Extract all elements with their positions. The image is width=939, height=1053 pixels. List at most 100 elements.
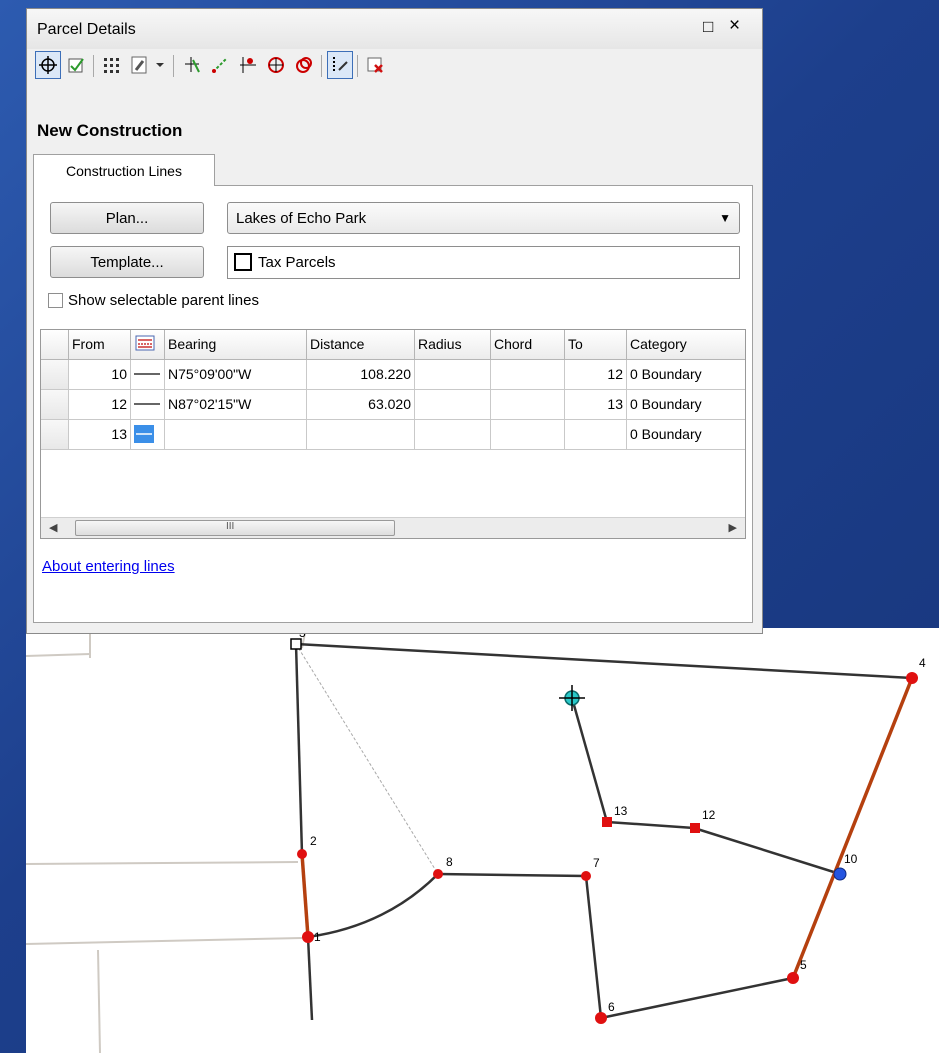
join-points-button[interactable]: [99, 51, 125, 79]
line-points-icon: [185, 57, 200, 73]
point-12[interactable]: [690, 823, 700, 833]
delete-construction-button[interactable]: [363, 51, 389, 79]
column-header-chord[interactable]: Chord: [491, 330, 565, 360]
point-5[interactable]: [787, 972, 799, 984]
parcel-points: [297, 672, 918, 1024]
toolbar-separator: [321, 55, 322, 77]
column-header-to[interactable]: To: [565, 330, 627, 360]
column-header-from[interactable]: From: [69, 330, 131, 360]
cell-chord[interactable]: [491, 420, 565, 450]
tools-dropdown-button[interactable]: [127, 51, 153, 79]
cell-to[interactable]: 12: [565, 360, 627, 390]
tools-dropdown-icon: [131, 56, 147, 74]
cell-line-type[interactable]: [131, 360, 165, 390]
cell-to[interactable]: [565, 420, 627, 450]
window-titlebar[interactable]: Parcel Details □ ×: [27, 9, 762, 49]
toolbar-separator: [93, 55, 94, 77]
point-label-12: 12: [702, 808, 716, 822]
cell-chord[interactable]: [491, 390, 565, 420]
point-1[interactable]: [302, 931, 314, 943]
cell-category[interactable]: 0 Boundary: [627, 390, 745, 420]
parcel-details-window: Parcel Details □ × New Construction Cons…: [26, 8, 763, 634]
cell-radius[interactable]: [415, 420, 491, 450]
column-header-radius[interactable]: Radius: [415, 330, 491, 360]
point-8[interactable]: [433, 869, 443, 879]
chevron-down-icon: [156, 63, 164, 67]
bearing-point-button[interactable]: [235, 51, 261, 79]
solid-line-icon: [134, 373, 160, 375]
line-selection-icon: [333, 57, 348, 71]
scroll-right-icon[interactable]: ▶: [729, 521, 737, 534]
cell-bearing[interactable]: [165, 420, 307, 450]
point-label-5: 5: [800, 958, 807, 972]
cursor-crosshair-icon: [559, 685, 585, 711]
template-value: Tax Parcels: [258, 254, 336, 271]
parcel-lines: [294, 642, 913, 1021]
line-points-button[interactable]: [179, 51, 205, 79]
template-button[interactable]: Template...: [50, 246, 204, 278]
point-7[interactable]: [581, 871, 591, 881]
cell-chord[interactable]: [491, 360, 565, 390]
point-label-1: 1: [314, 930, 321, 944]
template-field[interactable]: Tax Parcels: [227, 246, 740, 279]
column-header-line-type[interactable]: [131, 330, 165, 360]
template-symbol-icon: [234, 253, 252, 271]
boundary-highlights: [300, 677, 914, 979]
tools-dropdown-arrow[interactable]: [153, 51, 167, 79]
point-label-4: 4: [919, 656, 926, 670]
map-view[interactable]: 2 1 3 4 5 6 7 8 10 12 13: [26, 626, 939, 1053]
row-header[interactable]: [41, 420, 69, 450]
point-2[interactable]: [297, 849, 307, 859]
scrollbar-thumb[interactable]: III: [75, 520, 395, 536]
cell-from[interactable]: 10: [69, 360, 131, 390]
column-header-category[interactable]: Category: [627, 330, 745, 360]
selected-line-type-icon: [134, 425, 154, 443]
cell-bearing[interactable]: N75°09'00"W: [165, 360, 307, 390]
cell-category[interactable]: 0 Boundary: [627, 360, 745, 390]
construction-lines-grid[interactable]: From Bearing Distance Radius Chord To Ca…: [40, 329, 746, 539]
about-entering-lines-link[interactable]: About entering lines: [42, 558, 175, 575]
cell-from[interactable]: 12: [69, 390, 131, 420]
cell-line-type[interactable]: [131, 390, 165, 420]
point-13[interactable]: [602, 817, 612, 827]
point-4[interactable]: [906, 672, 918, 684]
construct-line-button[interactable]: [207, 51, 233, 79]
row-header[interactable]: [41, 360, 69, 390]
plan-dropdown[interactable]: Lakes of Echo Park ▼: [227, 202, 740, 234]
cell-radius[interactable]: [415, 390, 491, 420]
horizontal-scrollbar[interactable]: ◀ III ▶: [41, 517, 745, 538]
scroll-left-icon[interactable]: ◀: [49, 521, 57, 534]
cell-category[interactable]: 0 Boundary: [627, 420, 745, 450]
tab-construction-lines[interactable]: Construction Lines: [33, 154, 215, 186]
toolbar: [35, 51, 755, 83]
show-parent-lines-option[interactable]: Show selectable parent lines: [48, 292, 259, 309]
check-parcel-button[interactable]: [63, 51, 89, 79]
point-label-2: 2: [310, 834, 317, 848]
point-3[interactable]: [290, 638, 302, 650]
cell-to[interactable]: 13: [565, 390, 627, 420]
circle-point-button[interactable]: [291, 51, 317, 79]
delete-construction-icon: [367, 57, 383, 73]
cell-radius[interactable]: [415, 360, 491, 390]
row-header[interactable]: [41, 390, 69, 420]
plan-button[interactable]: Plan...: [50, 202, 204, 234]
point-6[interactable]: [595, 1012, 607, 1024]
restore-icon[interactable]: □: [703, 17, 713, 37]
cell-distance[interactable]: 108.220: [307, 360, 415, 390]
line-selection-button[interactable]: [327, 51, 353, 79]
close-icon[interactable]: ×: [729, 15, 740, 37]
point-10-active[interactable]: [833, 867, 847, 881]
parcel-map-canvas[interactable]: [26, 628, 939, 1053]
cell-line-type-selected[interactable]: [131, 420, 165, 450]
show-parent-lines-checkbox[interactable]: [48, 293, 63, 308]
cell-distance[interactable]: 63.020: [307, 390, 415, 420]
crosshair-tool-button[interactable]: [35, 51, 61, 79]
column-header-bearing[interactable]: Bearing: [165, 330, 307, 360]
intersection-button[interactable]: [263, 51, 289, 79]
cell-bearing[interactable]: N87°02'15"W: [165, 390, 307, 420]
intersection-icon: [268, 57, 284, 73]
cell-distance[interactable]: [307, 420, 415, 450]
column-header-distance[interactable]: Distance: [307, 330, 415, 360]
cell-from[interactable]: 13: [69, 420, 131, 450]
check-parcel-icon: [68, 58, 84, 73]
